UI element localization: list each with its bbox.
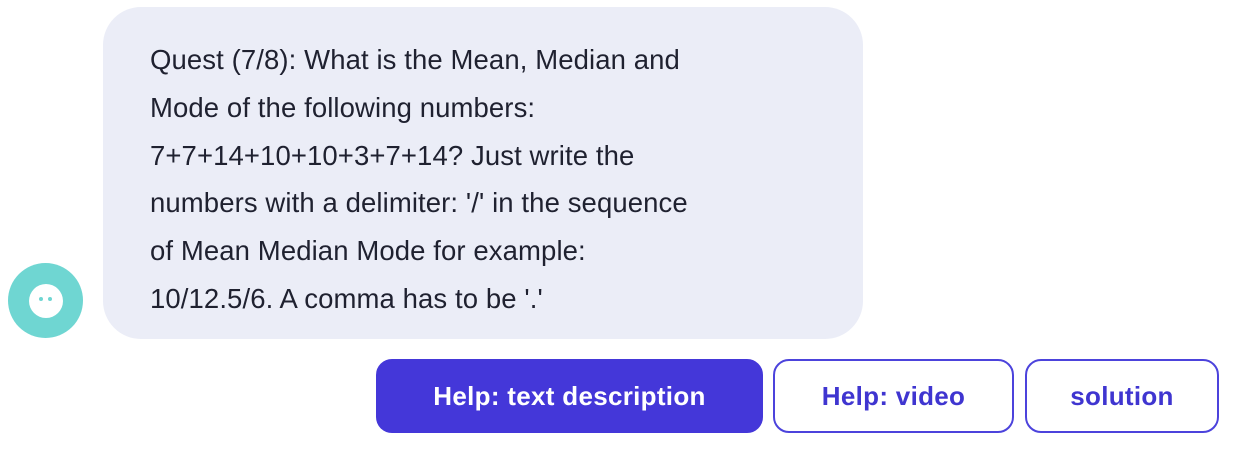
bot-message-bubble: Quest (7/8): What is the Mean, Median an… xyxy=(103,7,863,339)
chatbot-face-icon xyxy=(28,283,63,318)
avatar-eye-left xyxy=(39,297,43,301)
solution-button[interactable]: solution xyxy=(1025,359,1219,433)
bot-message-text: Quest (7/8): What is the Mean, Median an… xyxy=(150,44,688,314)
bot-avatar xyxy=(8,263,83,338)
avatar-eye-right xyxy=(48,297,52,301)
help-video-button[interactable]: Help: video xyxy=(773,359,1014,433)
chat-panel: Quest (7/8): What is the Mean, Median an… xyxy=(0,0,1244,460)
help-text-description-button[interactable]: Help: text description xyxy=(376,359,763,433)
